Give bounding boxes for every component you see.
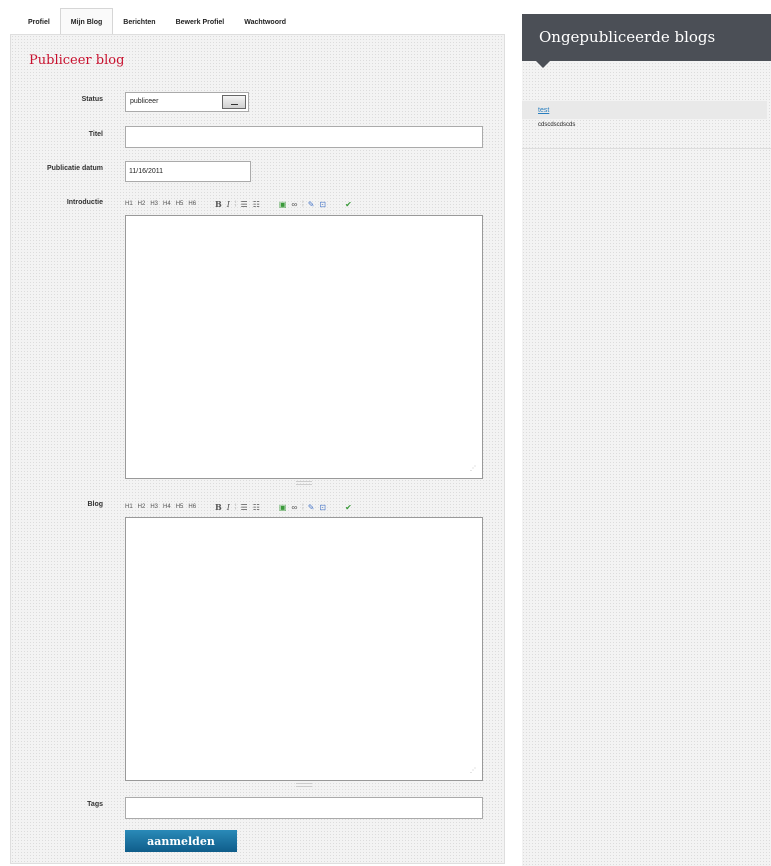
bold-button[interactable]: B: [215, 199, 222, 209]
tab-mijn-blog[interactable]: Mijn Blog: [59, 8, 114, 37]
italic-button[interactable]: I: [227, 200, 230, 209]
status-label: Status: [81, 96, 103, 103]
h1-button[interactable]: H1: [125, 201, 133, 207]
h1-button[interactable]: H1: [125, 504, 133, 510]
h6-button[interactable]: H6: [188, 504, 196, 510]
publicatie-datum-label: Publicatie datum: [46, 165, 103, 172]
html-icon[interactable]: ⊡: [319, 503, 326, 512]
blog-label: Blog: [87, 501, 103, 508]
blog-toolbar: H1 H2 H3 H4 H5 H6 B I ¦ ☰ ☷ ▣ ∞ ¦ ✎ ⊡ ✔: [125, 499, 357, 515]
resize-handle[interactable]: [296, 481, 312, 485]
ordered-list-icon[interactable]: ☷: [253, 503, 260, 512]
h5-button[interactable]: H5: [176, 201, 184, 207]
unpublished-blog-description: cdscdscdscds: [538, 122, 576, 128]
paste-icon[interactable]: ✎: [308, 503, 315, 512]
introductie-toolbar: H1 H2 H3 H4 H5 H6 B I ¦ ☰ ☷ ▣ ∞ ¦ ✎ ⊡ ✔: [125, 196, 357, 212]
status-select[interactable]: publiceer: [125, 92, 249, 112]
h4-button[interactable]: H4: [163, 504, 171, 510]
blog-editor[interactable]: ⋰: [125, 517, 483, 781]
tab-bewerk-profiel[interactable]: Bewerk Profiel: [166, 10, 235, 36]
publish-blog-panel: Publiceer blog Status publiceer Titel Pu…: [10, 34, 505, 864]
paste-icon[interactable]: ✎: [308, 200, 315, 209]
image-icon[interactable]: ▣: [279, 503, 287, 512]
aanmelden-button[interactable]: aanmelden: [125, 830, 237, 852]
h3-button[interactable]: H3: [150, 201, 158, 207]
check-icon[interactable]: ✔: [345, 503, 352, 512]
unpublished-blogs-sidebar: Ongepubliceerde blogs test cdscdscdscds: [522, 14, 771, 866]
resize-grip-icon[interactable]: ⋰: [470, 465, 476, 472]
italic-button[interactable]: I: [227, 503, 230, 512]
sidebar-title: Ongepubliceerde blogs: [522, 14, 771, 68]
check-icon[interactable]: ✔: [345, 200, 352, 209]
h6-button[interactable]: H6: [188, 201, 196, 207]
dropdown-button-icon[interactable]: [222, 95, 246, 109]
resize-grip-icon[interactable]: ⋰: [470, 767, 476, 774]
unordered-list-icon[interactable]: ☰: [241, 503, 248, 512]
profile-tabs: Profiel Mijn Blog Berichten Bewerk Profi…: [18, 6, 296, 37]
list-item-highlight: [522, 101, 767, 119]
introductie-editor[interactable]: ⋰: [125, 215, 483, 479]
titel-input[interactable]: [125, 126, 483, 148]
tab-berichten[interactable]: Berichten: [113, 10, 165, 36]
status-select-value: publiceer: [130, 98, 159, 105]
h2-button[interactable]: H2: [138, 504, 146, 510]
tags-input[interactable]: [125, 797, 483, 819]
bold-button[interactable]: B: [215, 502, 222, 512]
link-icon[interactable]: ∞: [291, 503, 297, 512]
h5-button[interactable]: H5: [176, 504, 184, 510]
toolbar-separator: ¦: [234, 504, 237, 510]
resize-handle[interactable]: [296, 783, 312, 787]
publicatie-datum-input[interactable]: [125, 161, 251, 182]
h2-button[interactable]: H2: [138, 201, 146, 207]
divider: [522, 148, 771, 149]
toolbar-separator: ¦: [302, 201, 304, 207]
introductie-label: Introductie: [66, 199, 103, 206]
ordered-list-icon[interactable]: ☷: [253, 200, 260, 209]
h3-button[interactable]: H3: [150, 504, 158, 510]
link-icon[interactable]: ∞: [291, 200, 297, 209]
unordered-list-icon[interactable]: ☰: [241, 200, 248, 209]
html-icon[interactable]: ⊡: [319, 200, 326, 209]
page-title: Publiceer blog: [29, 53, 125, 68]
tab-wachtwoord[interactable]: Wachtwoord: [234, 10, 296, 36]
toolbar-separator: ¦: [234, 201, 237, 207]
titel-label: Titel: [88, 131, 103, 138]
tab-profiel[interactable]: Profiel: [18, 10, 60, 36]
h4-button[interactable]: H4: [163, 201, 171, 207]
unpublished-blog-link[interactable]: test: [538, 107, 549, 114]
tags-label: Tags: [87, 801, 103, 808]
image-icon[interactable]: ▣: [279, 200, 287, 209]
toolbar-separator: ¦: [302, 504, 304, 510]
